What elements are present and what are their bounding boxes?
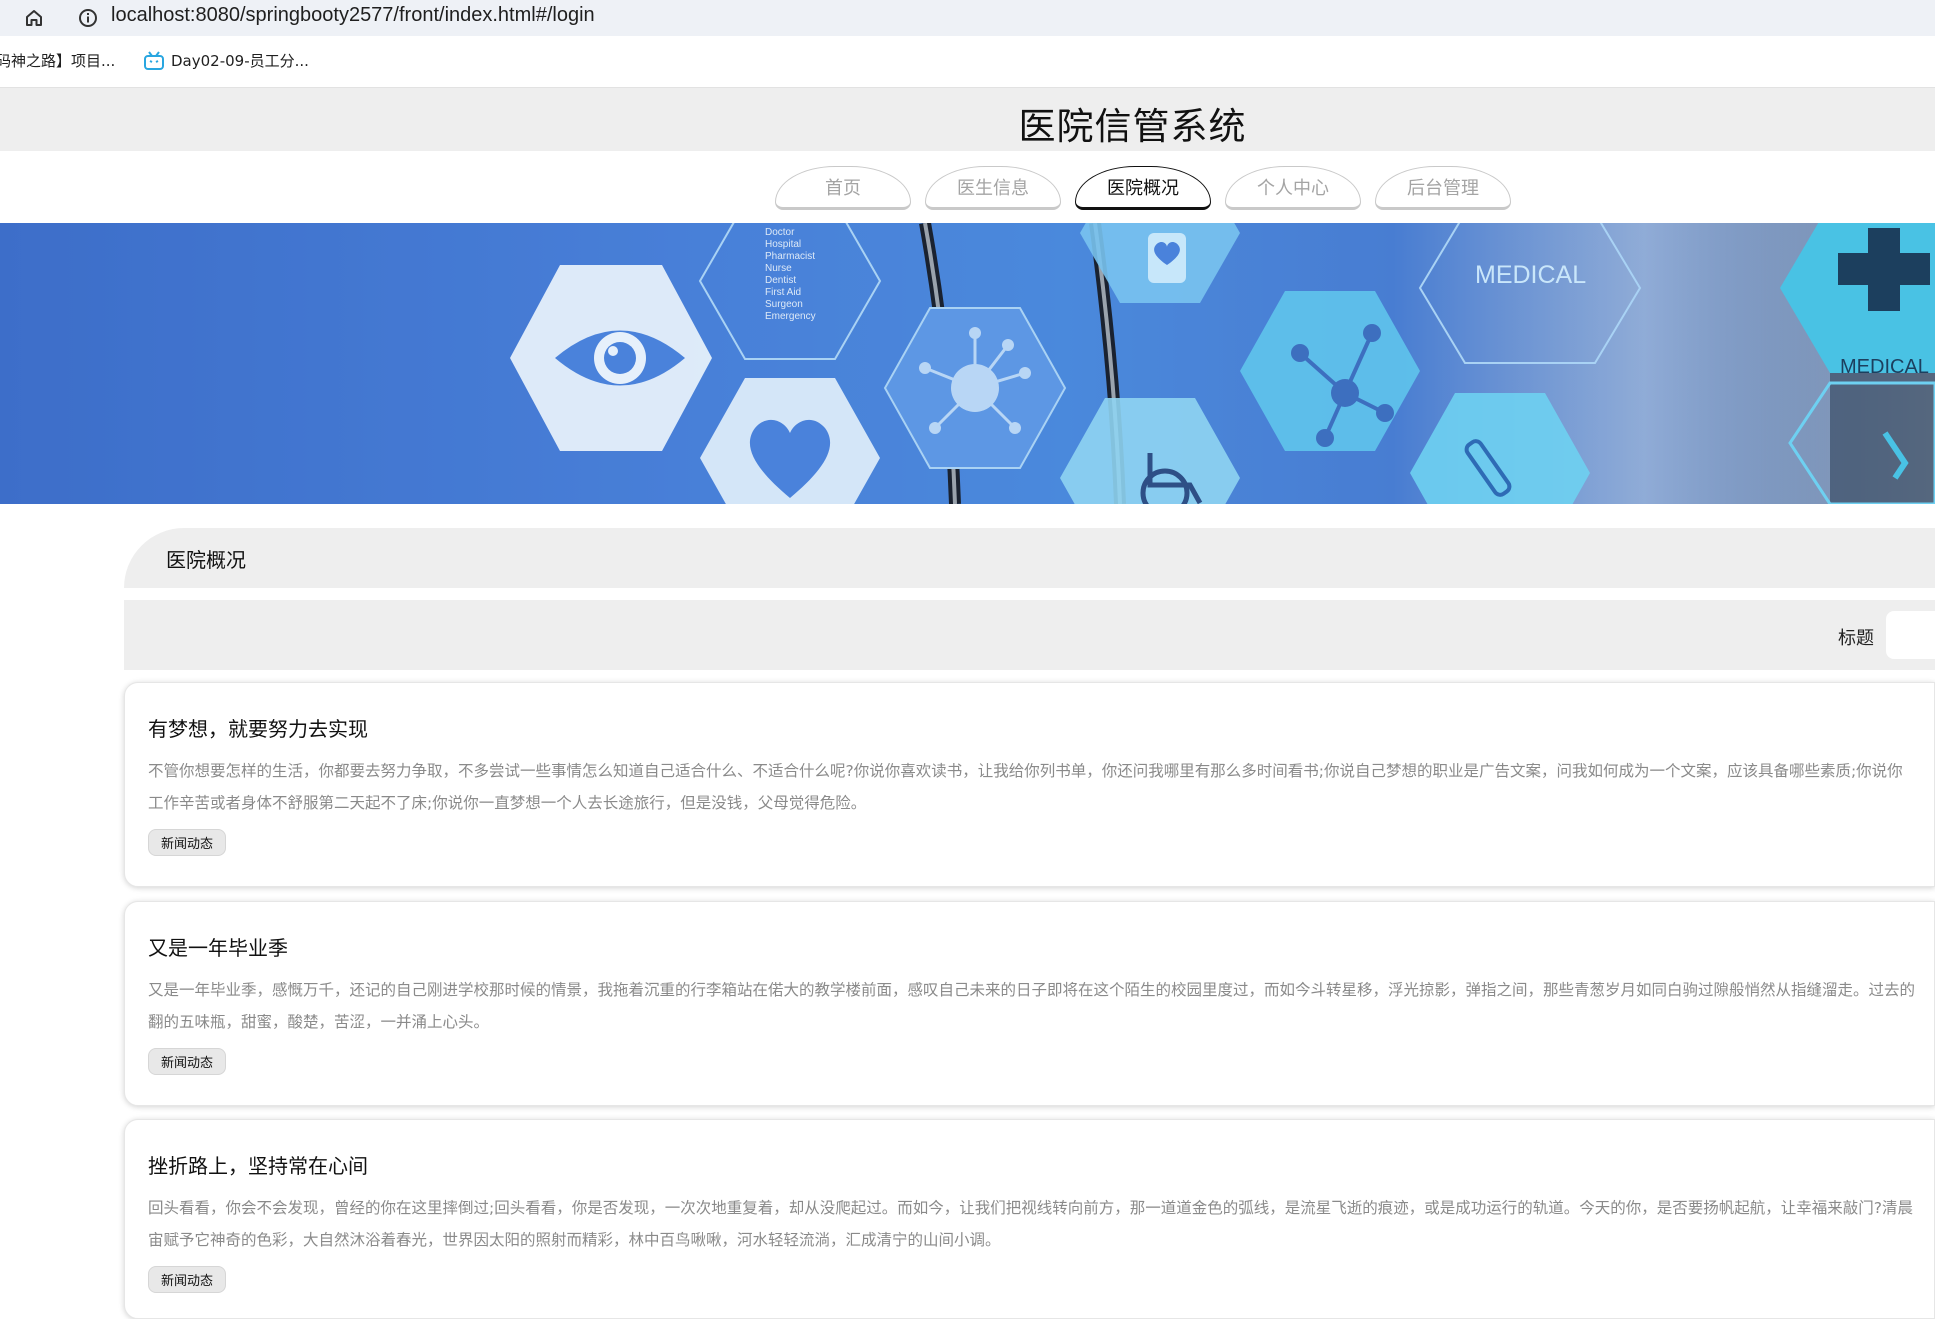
bookmark-item[interactable]: 码神之路】项目...: [0, 50, 115, 71]
article-excerpt-line: 又是一年毕业季，感慨万千，还记的自己刚进学校那时候的情景，我拖着沉重的行李箱站在…: [148, 981, 1916, 999]
article-excerpt-line: 翻的五味瓶，甜蜜，酸楚，苦涩，一并涌上心头。: [148, 1013, 490, 1031]
svg-text:MEDICAL: MEDICAL: [1840, 356, 1929, 378]
search-bar: 标题: [124, 600, 1935, 670]
browser-address-bar: localhost:8080/springbooty2577/front/ind…: [0, 0, 1935, 36]
article-excerpt: 回头看看，你会不会发现，曾经的你在这里摔倒过;回头看看，你是否发现，一次次地重复…: [148, 1192, 1935, 1256]
svg-text:Dentist: Dentist: [765, 275, 796, 286]
svg-text:Emergency: Emergency: [765, 311, 816, 322]
nav-hospital-overview[interactable]: 医院概况: [1075, 166, 1211, 210]
bookmark-item[interactable]: Day02-09-员工分...: [143, 50, 309, 71]
site-info-icon[interactable]: [76, 6, 100, 30]
bookmark-label: Day02-09-员工分...: [171, 52, 309, 70]
home-icon[interactable]: [22, 6, 46, 30]
article-excerpt-line: 宙赋予它神奇的色彩，大自然沐浴着春光，世界因太阳的照射而精彩，林中百鸟啾啾，河水…: [148, 1231, 1001, 1249]
article-tag[interactable]: 新闻动态: [148, 1266, 227, 1293]
article-title[interactable]: 有梦想，就要努力去实现: [148, 713, 368, 742]
article-title[interactable]: 挫折路上，坚持常在心间: [148, 1150, 368, 1179]
article-excerpt-line: 工作辛苦或者身体不舒服第二天起不了床;你说你一直梦想一个人去长途旅行，但是没钱，…: [148, 794, 867, 812]
article-title[interactable]: 又是一年毕业季: [148, 932, 288, 961]
nav-doctor-info[interactable]: 医生信息: [925, 166, 1061, 210]
svg-text:Surgeon: Surgeon: [765, 299, 803, 310]
nav-home[interactable]: 首页: [775, 166, 911, 210]
svg-text:Pharmacist: Pharmacist: [765, 251, 815, 262]
article-tag[interactable]: 新闻动态: [148, 829, 227, 856]
svg-text:Nurse: Nurse: [765, 263, 792, 274]
hero-banner: Doctor Hospital Pharmacist Nurse Dentist…: [0, 223, 1935, 504]
bookmarks-bar: 码神之路】项目... Day02-09-员工分...: [0, 36, 1935, 88]
svg-text:MEDICAL: MEDICAL: [1475, 261, 1586, 289]
article-card[interactable]: 又是一年毕业季 又是一年毕业季，感慨万千，还记的自己刚进学校那时候的情景，我拖着…: [124, 901, 1935, 1106]
url-field[interactable]: localhost:8080/springbooty2577/front/ind…: [111, 4, 595, 27]
article-tag[interactable]: 新闻动态: [148, 1048, 227, 1075]
article-card[interactable]: 有梦想，就要努力去实现 不管你想要怎样的生活，你都要去努力争取，不多尝试一些事情…: [124, 682, 1935, 887]
title-search-input[interactable]: [1886, 611, 1935, 659]
article-excerpt-line: 不管你想要怎样的生活，你都要去努力争取，不多尝试一些事情怎么知道自己适合什么、不…: [148, 762, 1903, 780]
banner-illustration: Doctor Hospital Pharmacist Nurse Dentist…: [0, 223, 1935, 504]
svg-text:Doctor: Doctor: [765, 227, 795, 238]
site-title: 医院信管系统: [1018, 105, 1247, 148]
article-excerpt: 又是一年毕业季，感慨万千，还记的自己刚进学校那时候的情景，我拖着沉重的行李箱站在…: [148, 974, 1935, 1038]
main-nav: 首页 医生信息 医院概况 个人中心 后台管理: [775, 166, 1511, 210]
section-header: 医院概况: [124, 528, 1935, 588]
section-title: 医院概况: [166, 548, 246, 572]
nav-personal-center[interactable]: 个人中心: [1225, 166, 1361, 210]
search-label: 标题: [1838, 628, 1874, 649]
nav-admin[interactable]: 后台管理: [1375, 166, 1511, 210]
svg-text:First Aid: First Aid: [765, 287, 801, 298]
article-excerpt: 不管你想要怎样的生活，你都要去努力争取，不多尝试一些事情怎么知道自己适合什么、不…: [148, 755, 1935, 819]
svg-text:Hospital: Hospital: [765, 239, 801, 250]
article-card[interactable]: 挫折路上，坚持常在心间 回头看看，你会不会发现，曾经的你在这里摔倒过;回头看看，…: [124, 1119, 1935, 1319]
bilibili-icon: [144, 50, 164, 70]
article-excerpt-line: 回头看看，你会不会发现，曾经的你在这里摔倒过;回头看看，你是否发现，一次次地重复…: [148, 1199, 1913, 1217]
site-header: 医院信管系统: [0, 88, 1935, 151]
